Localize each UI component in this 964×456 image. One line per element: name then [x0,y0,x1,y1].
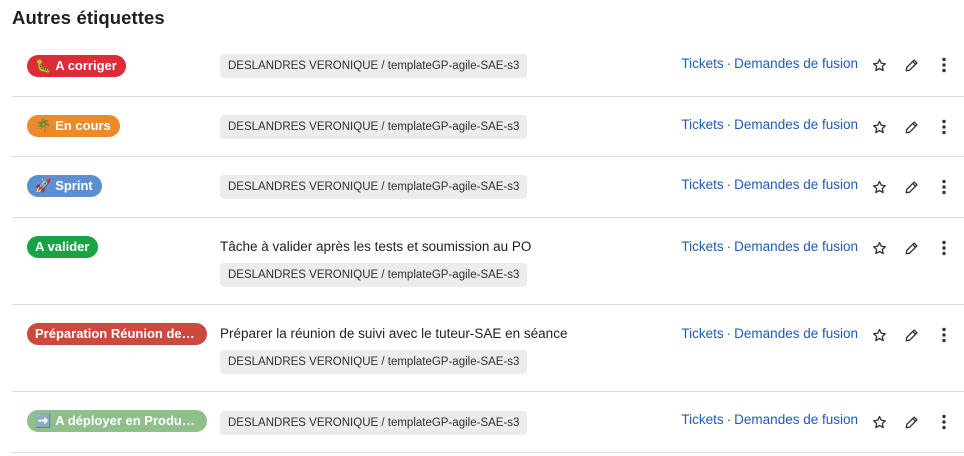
label-links: Tickets · Demandes de fusion [681,239,858,254]
tickets-link[interactable]: Tickets [681,412,723,427]
tickets-link[interactable]: Tickets [681,56,723,71]
merge-requests-link[interactable]: Demandes de fusion [734,117,858,132]
label-pill[interactable]: Préparation Réunion de su... [27,323,207,345]
links-separator: · [726,56,732,71]
label-name: Sprint [55,178,93,193]
label-row: A valider Tâche à valider après les tests… [12,218,964,305]
project-path-badge: DESLANDRES VERONIQUE / templateGP-agile-… [220,350,528,374]
merge-requests-link[interactable]: Demandes de fusion [734,412,858,427]
label-row: Préparation Réunion de su... Préparer la … [12,305,964,392]
links-separator: · [726,239,732,254]
merge-requests-link[interactable]: Demandes de fusion [734,177,858,192]
project-path-badge: DESLANDRES VERONIQUE / templateGP-agile-… [220,54,528,78]
label-row: 🐛 A corriger DESLANDRES VERONIQUE / templa… [12,36,964,97]
label-name: A valider [35,239,90,254]
label-links: Tickets · Demandes de fusion [681,412,858,427]
more-vertical-icon[interactable] [932,236,956,260]
label-row: ➡️ A déployer en Producti... DESLANDRES VE… [12,392,964,453]
tickets-link[interactable]: Tickets [681,239,723,254]
label-pill[interactable]: 🌴 En cours [27,115,120,137]
star-icon[interactable] [867,115,891,139]
label-links: Tickets · Demandes de fusion [681,177,858,192]
star-icon[interactable] [867,236,891,260]
links-separator: · [726,326,732,341]
label-row: 🚀 Sprint DESLANDRES VERONIQUE / templateGP… [12,157,964,218]
links-separator: · [726,177,732,192]
label-emoji-icon: ➡️ [35,413,52,428]
pencil-icon[interactable] [899,323,923,347]
star-icon[interactable] [867,175,891,199]
more-vertical-icon[interactable] [932,175,956,199]
labels-page: Autres étiquettes 🐛 A corriger DESLANDRES … [0,0,964,456]
pencil-icon[interactable] [899,115,923,139]
label-links: Tickets · Demandes de fusion [681,56,858,71]
links-separator: · [726,117,732,132]
more-vertical-icon[interactable] [932,53,956,77]
label-description: Tâche à valider après les tests et soumi… [220,239,532,254]
label-name: A corriger [55,58,117,73]
more-vertical-icon[interactable] [932,410,956,434]
tickets-link[interactable]: Tickets [681,117,723,132]
merge-requests-link[interactable]: Demandes de fusion [734,326,858,341]
merge-requests-link[interactable]: Demandes de fusion [734,56,858,71]
label-row: 🌴 En cours DESLANDRES VERONIQUE / template… [12,97,964,157]
project-path-badge: DESLANDRES VERONIQUE / templateGP-agile-… [220,115,528,139]
label-emoji-icon: 🌴 [35,118,52,133]
project-path-badge: DESLANDRES VERONIQUE / templateGP-agile-… [220,175,528,199]
star-icon[interactable] [867,323,891,347]
pencil-icon[interactable] [899,53,923,77]
label-name: Préparation Réunion de su... [35,326,207,341]
label-pill[interactable]: A valider [27,236,99,258]
label-emoji-icon: 🐛 [35,58,52,73]
star-icon[interactable] [867,410,891,434]
more-vertical-icon[interactable] [932,323,956,347]
label-list: 🐛 A corriger DESLANDRES VERONIQUE / templa… [12,36,964,453]
label-pill[interactable]: 🐛 A corriger [27,55,126,77]
links-separator: · [726,412,732,427]
project-path-badge: DESLANDRES VERONIQUE / templateGP-agile-… [220,411,528,435]
label-links: Tickets · Demandes de fusion [681,117,858,132]
tickets-link[interactable]: Tickets [681,326,723,341]
star-icon[interactable] [867,53,891,77]
tickets-link[interactable]: Tickets [681,177,723,192]
label-name: A déployer en Producti... [55,413,207,428]
pencil-icon[interactable] [899,175,923,199]
label-links: Tickets · Demandes de fusion [681,326,858,341]
project-path-badge: DESLANDRES VERONIQUE / templateGP-agile-… [220,263,528,287]
pencil-icon[interactable] [899,410,923,434]
label-description: Préparer la réunion de suivi avec le tut… [220,326,568,341]
section-title: Autres étiquettes [12,7,165,28]
label-pill[interactable]: ➡️ A déployer en Producti... [27,410,207,432]
more-vertical-icon[interactable] [932,115,956,139]
label-emoji-icon: 🚀 [35,178,52,193]
merge-requests-link[interactable]: Demandes de fusion [734,239,858,254]
pencil-icon[interactable] [899,236,923,260]
label-name: En cours [55,118,111,133]
label-pill[interactable]: 🚀 Sprint [27,175,102,197]
